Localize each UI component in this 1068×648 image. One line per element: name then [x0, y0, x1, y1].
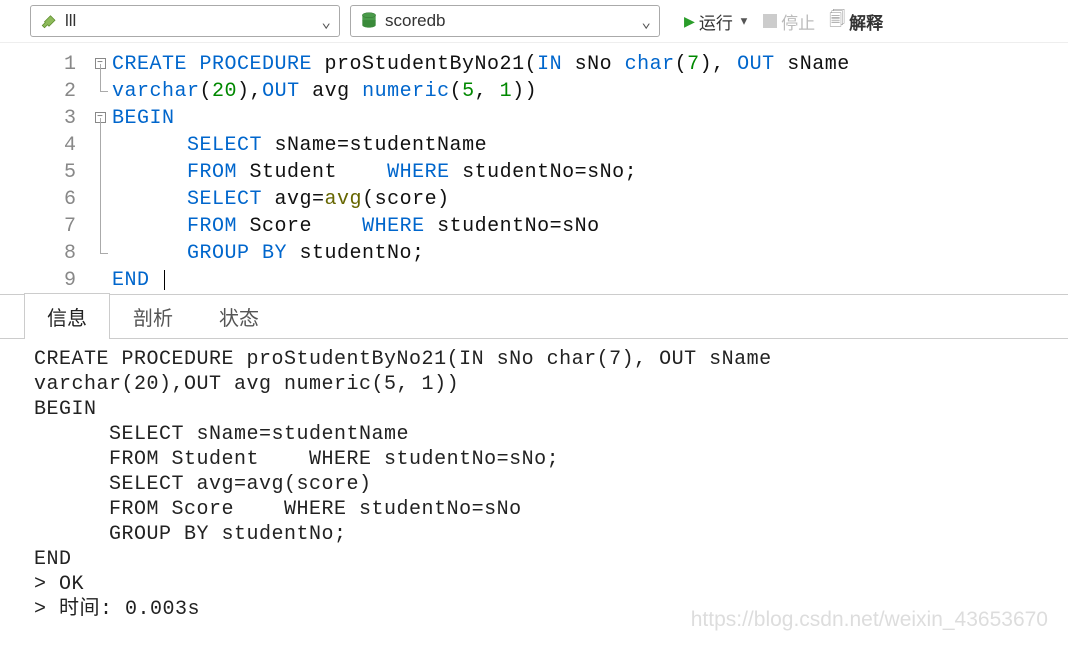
output-text: CREATE PROCEDURE proStudentByNo21(IN sNo…: [0, 339, 1068, 630]
sql-editor[interactable]: 123456789 −− CREATE PROCEDURE proStudent…: [0, 42, 1068, 294]
line-number: 7: [0, 213, 76, 240]
text-cursor: [164, 270, 165, 290]
fold-marker: [88, 78, 112, 105]
code-line[interactable]: varchar(20),OUT avg numeric(5, 1)): [112, 78, 1068, 105]
fold-marker: −: [88, 51, 112, 78]
results-panel: 信息 剖析 状态 CREATE PROCEDURE proStudentByNo…: [0, 294, 1068, 630]
code-line[interactable]: GROUP BY studentNo;: [112, 240, 1068, 267]
code-area[interactable]: CREATE PROCEDURE proStudentByNo21(IN sNo…: [112, 51, 1068, 294]
run-button[interactable]: ▶ 运行 ▾: [680, 7, 753, 36]
chevron-down-icon: ⌄: [641, 12, 651, 31]
plug-icon: [39, 11, 59, 31]
explain-icon: 🗐: [829, 8, 845, 35]
line-number: 6: [0, 186, 76, 213]
connection-label: lll: [65, 11, 321, 31]
chevron-down-icon: ▾: [739, 11, 749, 31]
code-line[interactable]: SELECT sName=studentName: [112, 132, 1068, 159]
line-number: 4: [0, 132, 76, 159]
database-label: scoredb: [385, 11, 641, 31]
code-line[interactable]: FROM Score WHERE studentNo=sNo: [112, 213, 1068, 240]
action-buttons: ▶ 运行 ▾ 停止 🗐 解释: [680, 6, 887, 37]
connection-dropdown[interactable]: lll ⌄: [30, 5, 340, 37]
line-number: 2: [0, 78, 76, 105]
stop-icon: [763, 14, 777, 28]
tab-info[interactable]: 信息: [24, 293, 110, 339]
code-line[interactable]: BEGIN: [112, 105, 1068, 132]
play-icon: ▶: [684, 11, 695, 32]
fold-marker: [88, 267, 112, 294]
stop-button[interactable]: 停止: [759, 7, 819, 36]
code-line[interactable]: FROM Student WHERE studentNo=sNo;: [112, 159, 1068, 186]
fold-marker: [88, 132, 112, 159]
line-gutter: 123456789: [0, 51, 88, 294]
tab-status[interactable]: 状态: [196, 293, 282, 339]
database-dropdown[interactable]: scoredb ⌄: [350, 5, 660, 37]
result-tabs: 信息 剖析 状态: [0, 295, 1068, 339]
fold-marker: [88, 213, 112, 240]
code-line[interactable]: END: [112, 267, 1068, 294]
chevron-down-icon: ⌄: [321, 12, 331, 31]
line-number: 9: [0, 267, 76, 294]
fold-marker: −: [88, 105, 112, 132]
line-number: 8: [0, 240, 76, 267]
code-line[interactable]: CREATE PROCEDURE proStudentByNo21(IN sNo…: [112, 51, 1068, 78]
database-icon: [359, 11, 379, 31]
fold-column: −−: [88, 51, 112, 294]
line-number: 1: [0, 51, 76, 78]
tab-profile[interactable]: 剖析: [110, 293, 196, 339]
fold-marker: [88, 186, 112, 213]
line-number: 5: [0, 159, 76, 186]
toolbar: lll ⌄ scoredb ⌄ ▶ 运行 ▾ 停止 🗐 解释: [0, 0, 1068, 42]
fold-marker: [88, 240, 112, 267]
fold-marker: [88, 159, 112, 186]
line-number: 3: [0, 105, 76, 132]
explain-button[interactable]: 🗐 解释: [825, 6, 887, 37]
code-line[interactable]: SELECT avg=avg(score): [112, 186, 1068, 213]
